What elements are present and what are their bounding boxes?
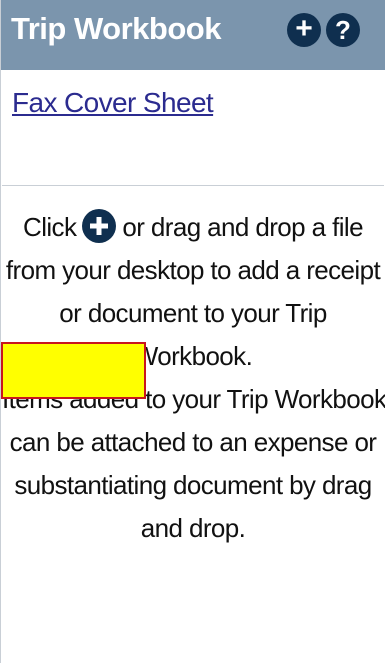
instruction-line-8: and drop. bbox=[140, 513, 246, 543]
instruction-line-7: substantiating document by drag bbox=[14, 470, 372, 500]
instruction-line-2: from your desktop to add a receipt bbox=[5, 255, 381, 285]
panel-header: Trip Workbook + ? bbox=[1, 0, 385, 70]
instruction-line-3: or document to your Trip bbox=[59, 298, 327, 328]
question-mark-icon: ? bbox=[335, 15, 351, 45]
instruction-line-1: Click or drag and drop a file bbox=[2, 206, 384, 249]
document-list: Fax Cover Sheet bbox=[2, 70, 384, 186]
panel-title: Trip Workbook bbox=[11, 11, 221, 46]
instruction-line-1-rest: or drag and drop a file bbox=[122, 212, 363, 242]
redaction-box bbox=[1, 342, 146, 399]
add-document-button[interactable]: + bbox=[287, 13, 321, 47]
click-text: Click bbox=[23, 212, 77, 242]
document-link-fax-cover-sheet[interactable]: Fax Cover Sheet bbox=[12, 87, 214, 119]
file-drop-zone[interactable]: Click or drag and drop a file from your d… bbox=[2, 186, 385, 663]
instruction-line-6: can be attached to an expense or bbox=[9, 427, 377, 457]
trip-workbook-panel: Trip Workbook + ? Fax Cover Sheet Click o… bbox=[0, 0, 385, 663]
plus-icon: + bbox=[295, 12, 313, 45]
help-button[interactable]: ? bbox=[326, 13, 360, 47]
plus-circle-icon[interactable] bbox=[82, 209, 117, 244]
